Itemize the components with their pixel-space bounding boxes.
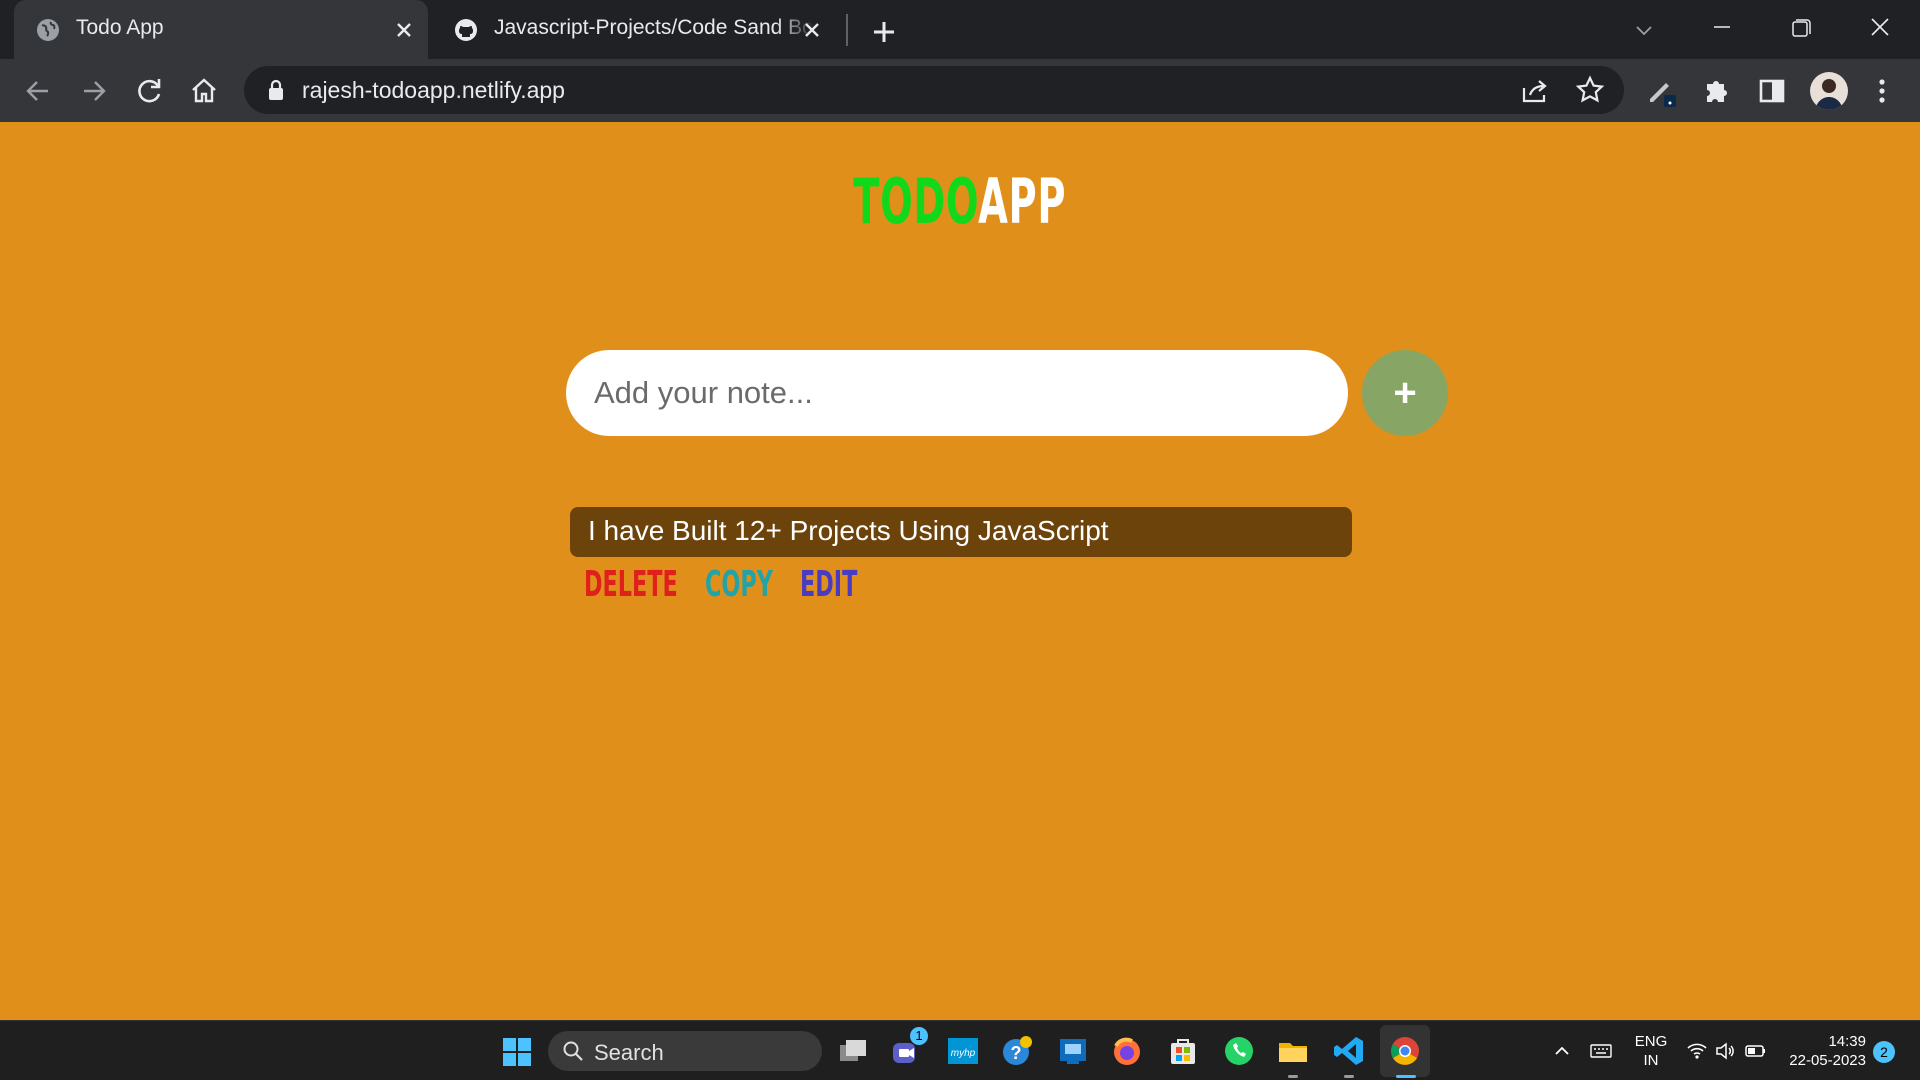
person-icon [1815, 79, 1843, 110]
page-content: TODOAPP + I have Built 12+ Projects Usin… [0, 122, 1920, 1020]
taskbar-search[interactable]: Search [548, 1031, 822, 1071]
tab-title: Todo App [76, 16, 164, 39]
clock-date: 22-05-2023 [1789, 1052, 1866, 1069]
note-input[interactable] [566, 350, 1348, 436]
language-code: ENG [1634, 1033, 1668, 1050]
delete-label: DELETE [584, 564, 678, 605]
browser-toolbar: rajesh-todoapp.netlify.app [0, 59, 1920, 122]
tab-search-icon[interactable] [1626, 12, 1662, 48]
language-indicator[interactable]: ENG IN [1628, 1032, 1674, 1070]
minimize-icon[interactable] [1704, 12, 1740, 48]
todo-text: I have Built 12+ Projects Using JavaScri… [588, 515, 1109, 546]
lock-icon[interactable] [266, 79, 286, 101]
notification-badge[interactable]: 2 [1873, 1041, 1895, 1063]
region-code: IN [1643, 1052, 1659, 1069]
svg-text:?: ? [1011, 1043, 1022, 1063]
chevron-up-icon[interactable] [1552, 1041, 1572, 1061]
browser-tab-strip: Todo App Javascript-Projects/Code Sand B… [0, 0, 1920, 59]
close-window-icon[interactable] [1862, 12, 1898, 48]
address-bar[interactable]: rajesh-todoapp.netlify.app [244, 66, 1624, 114]
clock[interactable]: 14:39 22-05-2023 [1782, 1032, 1866, 1070]
clock-time: 14:39 [1828, 1033, 1866, 1050]
windows-start-icon[interactable] [502, 1037, 532, 1067]
new-tab-icon[interactable] [868, 16, 900, 48]
tab-github[interactable]: Javascript-Projects/Code Sand Box [432, 0, 842, 59]
task-view-icon[interactable] [836, 1034, 870, 1068]
running-indicator [1288, 1075, 1298, 1078]
profile-avatar[interactable] [1810, 72, 1848, 110]
edit-label: EDIT [800, 564, 858, 605]
more-menu-icon[interactable] [1864, 73, 1900, 109]
volume-icon[interactable] [1714, 1040, 1736, 1062]
side-panel-icon[interactable] [1754, 73, 1790, 109]
teams-badge: 1 [910, 1027, 928, 1045]
globe-icon [37, 19, 59, 41]
restore-icon[interactable] [1782, 12, 1818, 48]
reload-icon[interactable] [132, 73, 168, 109]
windows-taskbar: Search 1 myhp ? ENG IN 14:39 22-05-2023 … [0, 1020, 1920, 1080]
github-icon [455, 19, 477, 41]
url-text[interactable]: rajesh-todoapp.netlify.app [302, 77, 565, 104]
running-indicator [1344, 1075, 1354, 1078]
keyboard-icon[interactable] [1590, 1041, 1612, 1061]
tab-separator [846, 14, 848, 46]
title-app: APP [978, 165, 1067, 238]
bookmark-star-icon[interactable] [1574, 74, 1606, 106]
tab-title: Javascript-Projects/Code Sand Box [494, 16, 814, 39]
firefox-icon[interactable] [1110, 1034, 1144, 1068]
vscode-icon[interactable] [1332, 1034, 1366, 1068]
edit-button[interactable]: EDIT [800, 560, 892, 610]
copy-label: COPY [705, 564, 773, 605]
wifi-icon[interactable] [1686, 1040, 1708, 1062]
extensions-puzzle-icon[interactable] [1698, 73, 1734, 109]
todo-item: I have Built 12+ Projects Using JavaScri… [570, 507, 1352, 557]
whatsapp-icon[interactable] [1222, 1034, 1256, 1068]
chrome-icon[interactable] [1388, 1034, 1422, 1068]
share-icon[interactable] [1518, 74, 1550, 106]
svg-text:myhp: myhp [951, 1048, 976, 1059]
pen-extension-icon[interactable] [1642, 73, 1678, 109]
add-note-button[interactable]: + [1362, 350, 1448, 436]
close-tab-icon[interactable] [392, 18, 416, 42]
home-icon[interactable] [186, 73, 222, 109]
help-icon[interactable]: ? [1000, 1034, 1034, 1068]
back-icon[interactable] [20, 73, 56, 109]
file-explorer-icon[interactable] [1276, 1034, 1310, 1068]
app-title: TODOAPP [0, 162, 1920, 242]
search-icon [563, 1041, 583, 1061]
myhp-icon[interactable]: myhp [946, 1034, 980, 1068]
copy-button[interactable]: COPY [705, 560, 814, 610]
store-icon[interactable] [1056, 1034, 1090, 1068]
forward-icon[interactable] [76, 73, 112, 109]
active-indicator [1396, 1075, 1416, 1078]
tab-todo-app[interactable]: Todo App [14, 0, 428, 59]
title-todo: TODO [853, 165, 979, 238]
battery-icon[interactable] [1744, 1041, 1768, 1061]
close-tab-icon[interactable] [800, 18, 824, 42]
search-label: Search [594, 1040, 664, 1065]
microsoft-store-icon[interactable] [1166, 1034, 1200, 1068]
